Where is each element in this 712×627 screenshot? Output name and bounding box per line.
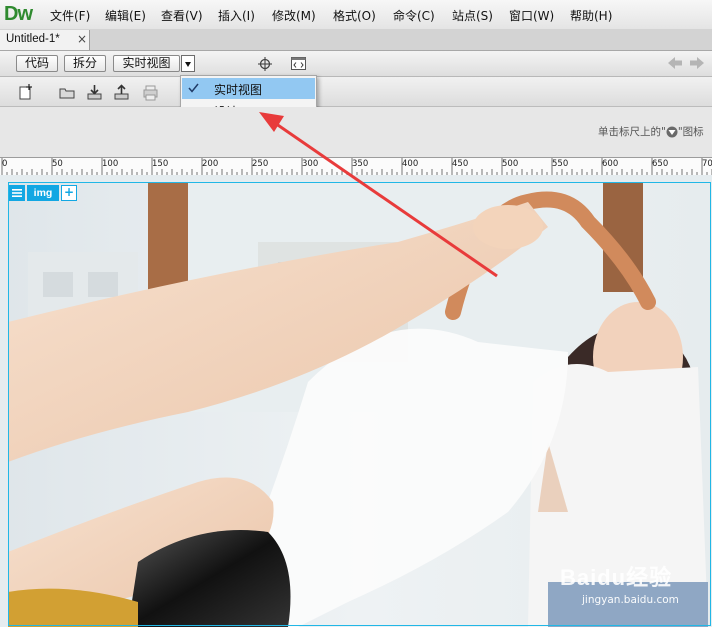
ruler-label: 650 [652, 159, 669, 169]
menu-help[interactable]: 帮助(H) [570, 7, 612, 24]
ruler-hint-text: 单击标尺上的" "图标 [598, 124, 704, 139]
baidu-watermark: Baidu经验 jingyan.baidu.com [560, 560, 679, 606]
code-inspect-icon[interactable] [291, 57, 306, 70]
menu-item-live-view[interactable]: 实时视图 [182, 78, 315, 99]
document-tab-bar: Untitled-1* × [0, 29, 712, 51]
split-view-button[interactable]: 拆分 [64, 55, 106, 72]
upload-icon[interactable] [113, 84, 130, 101]
menu-item-label: 实时视图 [214, 83, 263, 97]
forward-arrow-icon[interactable] [690, 57, 704, 69]
ruler-label: 100 [102, 159, 119, 169]
document-tab-title: Untitled-1* [6, 33, 60, 45]
menu-edit[interactable]: 编辑(E) [105, 7, 146, 24]
inspect-target-icon[interactable] [258, 57, 272, 71]
ruler-label: 400 [402, 159, 419, 169]
hint-suffix: "图标 [677, 126, 704, 138]
ruler-label: 350 [352, 159, 369, 169]
ruler-label: 250 [252, 159, 269, 169]
ruler-label: 450 [452, 159, 469, 169]
tag-menu-icon[interactable] [9, 185, 25, 201]
menu-view[interactable]: 查看(V) [161, 7, 203, 24]
document-view-toolbar: 代码 拆分 实时视图 [0, 51, 712, 77]
ruler-label: 550 [552, 159, 569, 169]
file-toolbar [0, 77, 712, 107]
watermark-url: jingyan.baidu.com [582, 594, 679, 606]
hint-prefix: 单击标尺上的" [598, 126, 666, 138]
new-document-icon[interactable] [17, 84, 34, 101]
ruler-label: 300 [302, 159, 319, 169]
menu-window[interactable]: 窗口(W) [509, 7, 554, 24]
menu-file[interactable]: 文件(F) [50, 7, 90, 24]
ruler-label: 500 [502, 159, 519, 169]
menu-format[interactable]: 格式(O) [333, 7, 376, 24]
checkmark-icon [188, 83, 199, 93]
ruler-label: 0 [2, 159, 8, 169]
back-arrow-icon[interactable] [668, 57, 682, 69]
ruler-label: 70 [702, 159, 712, 169]
menu-bar: Dw 文件(F) 编辑(E) 查看(V) 插入(I) 修改(M) 格式(O) 命… [0, 0, 712, 30]
menu-insert[interactable]: 插入(I) [218, 7, 255, 24]
ruler-label: 600 [602, 159, 619, 169]
watermark-brand: Baidu经验 [560, 565, 673, 590]
dreamweaver-logo: Dw [4, 3, 33, 25]
view-mode-dropdown-button[interactable] [181, 55, 195, 72]
print-icon[interactable] [142, 84, 159, 101]
live-view-button[interactable]: 实时视图 [113, 55, 180, 72]
code-view-button[interactable]: 代码 [16, 55, 58, 72]
ruler-label: 50 [52, 159, 63, 169]
menu-commands[interactable]: 命令(C) [393, 7, 435, 24]
add-class-button[interactable]: + [61, 185, 77, 201]
menu-site[interactable]: 站点(S) [452, 7, 493, 24]
open-folder-icon[interactable] [59, 84, 76, 101]
close-icon[interactable]: × [77, 32, 87, 46]
download-icon[interactable] [86, 84, 103, 101]
menu-modify[interactable]: 修改(M) [272, 7, 316, 24]
horizontal-ruler[interactable]: 0 50 100 150 200 250 300 350 400 450 500… [0, 157, 712, 176]
ruler-label: 200 [202, 159, 219, 169]
element-tag-label[interactable]: img [27, 185, 59, 201]
ruler-dropdown-icon [666, 126, 678, 138]
ruler-label: 150 [152, 159, 169, 169]
document-tab[interactable]: Untitled-1* × [0, 30, 90, 50]
